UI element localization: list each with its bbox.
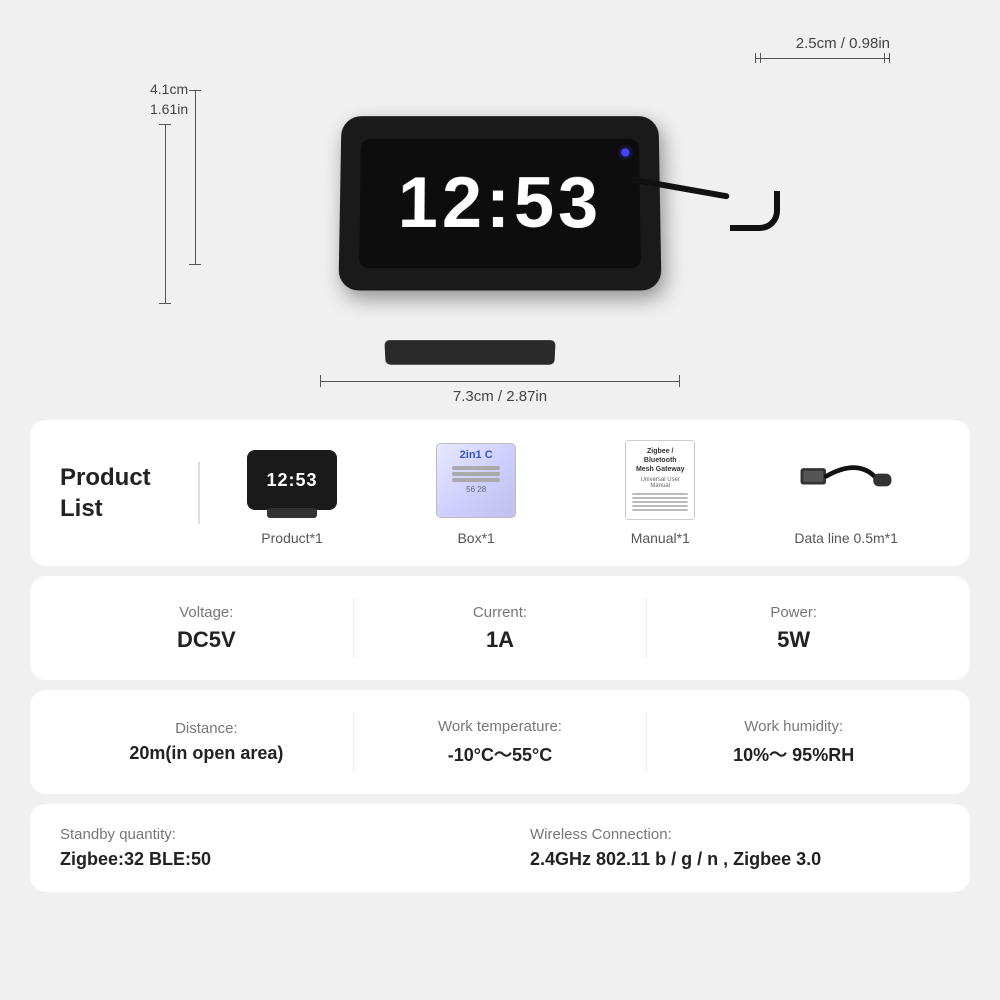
spec-distance-value: 20m(in open area) [129,743,283,764]
product-list-card: Product List 12:53 Product*1 [30,420,970,566]
spec-wireless-value: 2.4GHz 802.11 b / g / n , Zigbee 3.0 [530,849,821,870]
spec-temp: Work temperature: -10°C～55°C [354,718,647,767]
specs-row3-card: Standby quantity: Zigbee:32 BLE:50 Wirel… [30,804,970,892]
cable-svg [796,440,896,520]
height-label: 4.1cm 1.61in [150,80,188,119]
product-item-cable: Data line 0.5m*1 [794,440,898,546]
clock-time: 12:53 [397,162,602,244]
mini-manual-title: Zigbee / BluetoothMesh Gateway [630,447,690,474]
product-cable-label: Data line 0.5m*1 [794,530,898,546]
specs-row2-card: Distance: 20m(in open area) Work tempera… [30,690,970,794]
spec-standby-value: Zigbee:32 BLE:50 [60,849,211,870]
product-item-box: 2in1 C 56 28 Box*1 [426,440,526,546]
mini-box-lines [442,466,510,482]
product-box-img: 2in1 C 56 28 [426,440,526,520]
depth-line [755,58,885,59]
mini-manual: Zigbee / BluetoothMesh Gateway Universal… [625,440,695,520]
spec-current-label: Current: [473,604,527,621]
top-section: 4.1cm 1.61in 2.5cm / 0.98in 12:53 [0,0,1000,420]
clock-body: 12:53 [338,116,661,290]
spec-power-label: Power: [770,604,817,621]
spec-temp-value: -10°C～55°C [448,741,552,767]
spec-humidity-label: Work humidity: [744,718,843,735]
spec-voltage-value: DC5V [177,627,236,653]
product-list-title: Product List [60,462,200,524]
width-label: 7.3cm / 2.87in [453,388,547,405]
mini-clock-time: 12:53 [267,470,318,491]
width-line [320,381,680,382]
clock-screen: 12:53 [359,138,641,268]
mini-box-logo: 2in1 C [460,449,493,461]
spec-voltage-label: Voltage: [179,604,233,621]
product-cable-img [796,440,896,520]
spec-power: Power: 5W [647,604,940,653]
height-line [195,90,196,265]
spec-standby: Standby quantity: Zigbee:32 BLE:50 [60,826,470,870]
clock-led [621,148,629,156]
spec-distance: Distance: 20m(in open area) [60,720,353,764]
product-box-label: Box*1 [457,530,494,546]
depth-label: 2.5cm / 0.98in [796,35,890,52]
spec-current: Current: 1A [354,604,647,653]
spec-humidity: Work humidity: 10%～ 95%RH [647,718,940,767]
page: 4.1cm 1.61in 2.5cm / 0.98in 12:53 [0,0,1000,1000]
product-manual-img: Zigbee / BluetoothMesh Gateway Universal… [610,440,710,520]
product-list-items: 12:53 Product*1 2in1 C [200,440,940,546]
spec-wireless-label: Wireless Connection: [530,826,672,843]
product-clock-label: Product*1 [261,530,322,546]
device-container: 12:53 [310,65,690,345]
height-measurement: 4.1cm 1.61in [150,80,188,304]
spec-voltage: Voltage: DC5V [60,604,353,653]
spec-distance-label: Distance: [175,720,238,737]
spec-humidity-value: 10%～ 95%RH [733,741,854,767]
clock-cable-curve [730,191,780,231]
spec-wireless: Wireless Connection: 2.4GHz 802.11 b / g… [530,826,940,870]
spec-standby-label: Standby quantity: [60,826,176,843]
mini-box: 2in1 C 56 28 [436,443,516,518]
depth-measurement: 2.5cm / 0.98in [760,30,890,59]
spec-power-value: 5W [777,627,810,653]
product-item-manual: Zigbee / BluetoothMesh Gateway Universal… [610,440,710,546]
product-clock-img: 12:53 [242,440,342,520]
spec-temp-label: Work temperature: [438,718,562,735]
spec-current-value: 1A [486,627,514,653]
width-measurement: 7.3cm / 2.87in [320,381,680,405]
specs-row1-card: Voltage: DC5V Current: 1A Power: 5W [30,576,970,680]
clock-stand [384,340,555,365]
product-manual-label: Manual*1 [631,530,690,546]
mini-clock: 12:53 [247,450,337,510]
product-item-clock: 12:53 Product*1 [242,440,342,546]
mini-clock-stand [267,508,317,518]
bottom-section: Product List 12:53 Product*1 [30,420,970,892]
